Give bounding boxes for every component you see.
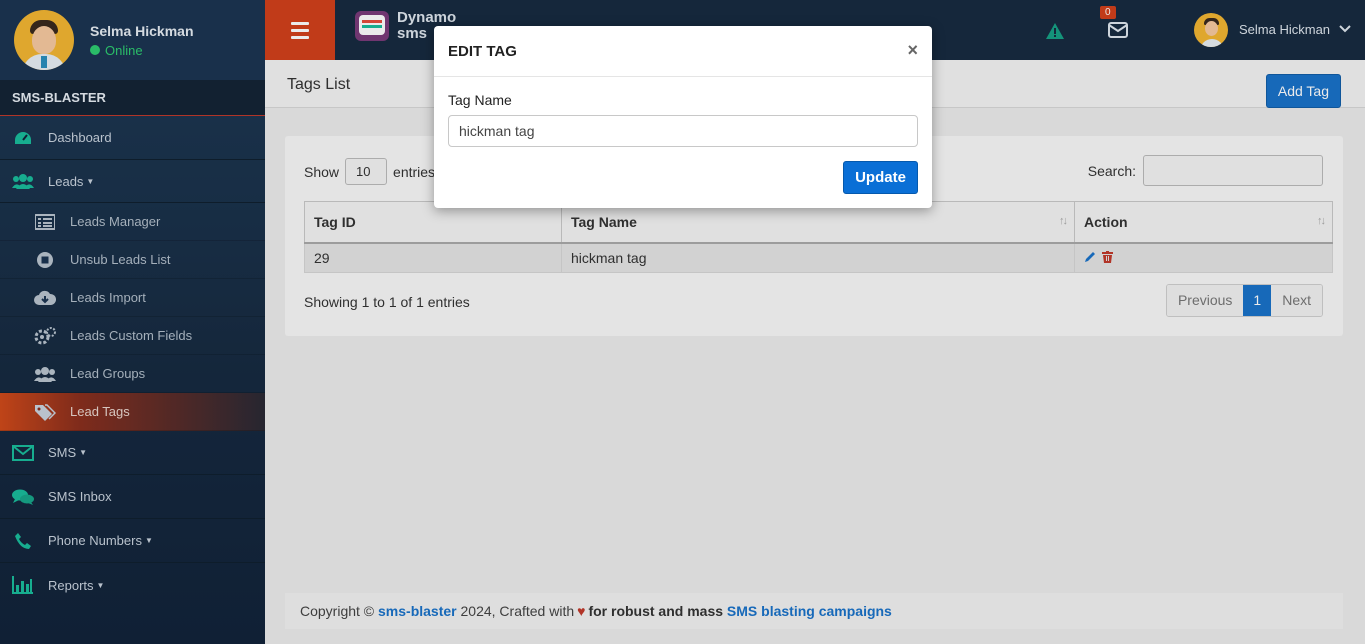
- update-button[interactable]: Update: [843, 161, 918, 194]
- tag-name-label: Tag Name: [448, 92, 512, 108]
- tag-name-input[interactable]: [448, 115, 918, 147]
- modal-header: EDIT TAG ×: [434, 26, 932, 77]
- close-icon[interactable]: ×: [907, 40, 918, 61]
- modal-title: EDIT TAG: [448, 43, 517, 60]
- edit-tag-modal: EDIT TAG × Tag Name Update: [434, 26, 932, 208]
